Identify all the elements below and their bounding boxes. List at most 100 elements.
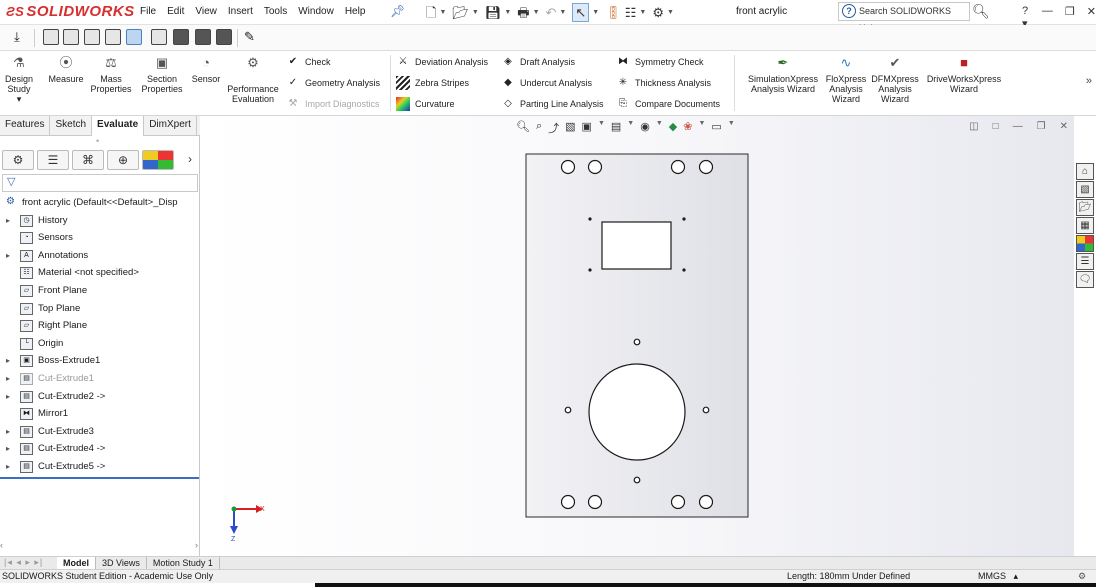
custom-properties-icon[interactable]: ☰	[1076, 253, 1094, 270]
rebuild-icon[interactable]: 🚦︎	[605, 4, 622, 21]
chevron-down-icon[interactable]: ▼	[639, 9, 646, 16]
chevron-down-icon[interactable]: ▼	[533, 9, 540, 16]
mass-properties-button[interactable]: ⚖ Mass Properties	[88, 55, 134, 94]
mount-hole[interactable]	[587, 159, 603, 175]
scroll-right-icon[interactable]: ›	[195, 540, 198, 552]
tab-sketch[interactable]: Sketch	[50, 116, 93, 136]
dimxpert-manager-tab-icon[interactable]: ⊕	[107, 150, 139, 170]
rollback-bar[interactable]	[0, 477, 199, 479]
filter-icon[interactable]: ▽	[2, 174, 198, 192]
design-study-button[interactable]: ⚗ Design Study ▾	[5, 55, 33, 104]
dimetric-view-icon[interactable]	[216, 29, 232, 45]
expand-arrow-icon[interactable]: ▸	[6, 423, 10, 440]
tab-3d-views[interactable]: 3D Views	[96, 557, 147, 569]
compare-documents-button[interactable]: ⎘ Compare Documents	[616, 96, 720, 112]
menu-tools[interactable]: Tools	[264, 6, 287, 17]
tree-item[interactable]: ▱ Right Plane	[0, 317, 200, 335]
tab-evaluate[interactable]: Evaluate	[92, 116, 145, 136]
chevron-down-icon[interactable]: ▼	[472, 9, 479, 16]
solidworks-logo[interactable]: ƧS SOLIDWORKS	[6, 3, 135, 20]
zebra-stripes-button[interactable]: Zebra Stripes	[396, 75, 469, 91]
expand-arrow-icon[interactable]: ▸	[6, 370, 10, 387]
tab-features[interactable]: Features	[0, 116, 51, 136]
parting-line-analysis-button[interactable]: ◇ Parting Line Analysis	[501, 96, 603, 112]
simulationxpress-button[interactable]: ✒ SimulationXpress Analysis Wizard	[744, 55, 822, 94]
collapse-handle-icon[interactable]: •	[96, 136, 99, 146]
mount-hole[interactable]	[670, 494, 686, 510]
undo-icon[interactable]: ↶	[546, 4, 557, 21]
tree-item[interactable]: └ Origin	[0, 335, 200, 353]
tree-item[interactable]: ▸ ▤ Cut-Extrude1	[0, 370, 200, 388]
display-manager-tab-icon[interactable]	[142, 150, 174, 170]
large-circular-cutout[interactable]	[588, 363, 686, 461]
chevron-down-icon[interactable]: ▼	[592, 9, 599, 16]
save-icon[interactable]: 💾︎	[485, 4, 502, 21]
tree-item[interactable]: ▱ Front Plane	[0, 282, 200, 300]
print-icon[interactable]: 🖶	[517, 4, 529, 21]
expand-arrow-icon[interactable]: ▸	[6, 247, 10, 264]
tree-item[interactable]: ⧓ Mirror1	[0, 405, 200, 423]
mount-hole[interactable]	[560, 494, 576, 510]
top-view-icon[interactable]	[126, 29, 142, 45]
mount-hole[interactable]	[698, 159, 714, 175]
chevron-down-icon[interactable]: ▼	[439, 9, 446, 16]
mount-hole[interactable]	[698, 494, 714, 510]
mount-hole[interactable]	[560, 159, 576, 175]
check-button[interactable]: ✔ Check	[286, 54, 331, 70]
chevron-down-icon[interactable]: ▼	[504, 9, 511, 16]
undercut-analysis-button[interactable]: ◆ Undercut Analysis	[501, 75, 592, 91]
acrylic-plate[interactable]	[525, 153, 749, 518]
design-library-icon[interactable]: 📂︎	[1076, 199, 1094, 216]
display-cutout[interactable]	[601, 221, 672, 270]
menu-window[interactable]: Window	[298, 6, 334, 17]
performance-evaluation-button[interactable]: ⚙ Performance Evaluation	[226, 55, 280, 104]
expand-arrow-icon[interactable]: ▸	[6, 212, 10, 229]
tree-item[interactable]: ▸ ▤ Cut-Extrude4 ->	[0, 440, 200, 458]
select-pointer-icon[interactable]: ↖	[572, 3, 590, 22]
tab-navigation-icon[interactable]: |◂ ◂ ▸ ▸|	[0, 557, 57, 569]
tree-item[interactable]: ▱ Top Plane	[0, 300, 200, 318]
file-explorer-icon[interactable]: ▦	[1076, 217, 1094, 234]
menu-edit[interactable]: Edit	[167, 6, 184, 17]
expand-arrow-icon[interactable]: ▸	[6, 458, 10, 475]
draft-analysis-button[interactable]: ◈ Draft Analysis	[501, 54, 575, 70]
import-diagnostics-button[interactable]: ⚒ Import Diagnostics	[286, 96, 380, 112]
small-hole[interactable]	[702, 406, 710, 414]
feature-manager-tab-icon[interactable]: ⚙	[2, 150, 34, 170]
menu-file[interactable]: File	[140, 6, 156, 17]
front-view-icon[interactable]	[43, 29, 59, 45]
floxpress-button[interactable]: ∿ FloXpress Analysis Wizard	[824, 55, 868, 104]
scroll-left-icon[interactable]: ‹	[0, 540, 3, 552]
small-hole[interactable]	[633, 476, 641, 484]
tree-item[interactable]: ☷ Material <not specified>	[0, 264, 200, 282]
bottom-view-icon[interactable]	[151, 29, 167, 45]
section-properties-button[interactable]: ▣ Section Properties	[140, 55, 184, 94]
options-gear-icon[interactable]: ⚙	[652, 4, 664, 21]
driveworksxpress-button[interactable]: ■ DriveWorksXpress Wizard	[924, 55, 1004, 94]
help-search-input[interactable]: ?Search SOLIDWORKS Help	[838, 2, 970, 33]
tree-item[interactable]: ▸ ▤ Cut-Extrude3	[0, 423, 200, 441]
back-view-icon[interactable]	[63, 29, 79, 45]
rebuild-status-icon[interactable]: ⚙	[1078, 570, 1086, 583]
deviation-analysis-button[interactable]: ⚔ Deviation Analysis	[396, 54, 489, 70]
measure-button[interactable]: ⦿ Measure	[46, 55, 86, 84]
tree-item[interactable]: ▸ A Annotations	[0, 247, 200, 265]
tree-item[interactable]: ◔ Sensors	[0, 229, 200, 247]
dfmxpress-button[interactable]: ✔ DFMXpress Analysis Wizard	[870, 55, 920, 104]
resources-icon[interactable]: ▧	[1076, 181, 1094, 198]
tree-item[interactable]: ▸ ▣ Boss-Extrude1	[0, 352, 200, 370]
tree-item[interactable]: ▸ ▤ Cut-Extrude2 ->	[0, 388, 200, 406]
expand-arrow-icon[interactable]: ▸	[6, 388, 10, 405]
right-view-icon[interactable]	[105, 29, 121, 45]
expand-arrow-icon[interactable]: ▸	[6, 440, 10, 457]
forum-icon[interactable]: 🗨︎	[1076, 271, 1094, 288]
small-hole[interactable]	[633, 338, 641, 346]
normal-to-icon[interactable]: ⤓	[14, 29, 20, 45]
tab-model[interactable]: Model	[57, 557, 96, 569]
tab-motion-study[interactable]: Motion Study 1	[147, 557, 220, 569]
tree-item[interactable]: ▸ ◷ History	[0, 212, 200, 230]
pin-icon[interactable]: 📌︎	[390, 4, 405, 18]
menu-insert[interactable]: Insert	[228, 6, 253, 17]
property-manager-tab-icon[interactable]: ☰	[37, 150, 69, 170]
file-properties-icon[interactable]: ☷	[625, 4, 637, 21]
